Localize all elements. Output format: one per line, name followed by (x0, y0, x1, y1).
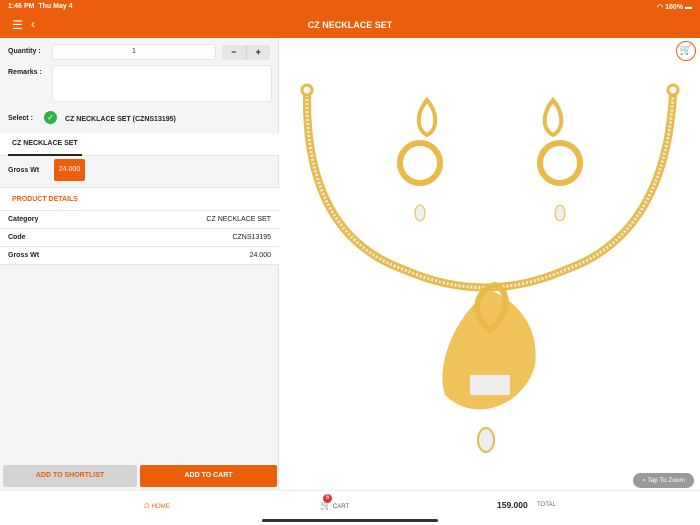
status-battery: ◠ 100% ▬ (657, 4, 692, 11)
quantity-label: Quantity : (8, 48, 41, 55)
add-to-cart-button[interactable]: ADD TO CART (140, 465, 277, 487)
gross-wt-option[interactable]: 24.000 (54, 159, 85, 181)
table-row: Gross Wt 24.000 (0, 247, 279, 265)
details-table: Category CZ NECKLACE SET Code CZNS13195 Gr… (0, 211, 279, 265)
earring-left (397, 96, 443, 222)
gross-wt-label: Gross Wt (8, 167, 40, 174)
table-row: Code CZNS13195 (0, 229, 279, 247)
cart-icon[interactable]: 🛒 (676, 41, 696, 61)
tab-cz-necklace-set[interactable]: CZ NECKLACE SET (8, 136, 82, 156)
earring-right (537, 96, 583, 222)
remarks-input[interactable] (52, 65, 272, 102)
page-title: CZ NECKLACE SET (307, 20, 393, 30)
select-value[interactable]: CZ NECKLACE SET (CZNS13195) (65, 116, 176, 123)
product-image[interactable] (285, 75, 695, 465)
nav-home[interactable]: ⌂ HOME (144, 500, 170, 511)
add-to-shortlist-button[interactable]: ADD TO SHORTLIST (3, 465, 137, 487)
check-icon[interactable]: ✓ (44, 111, 57, 124)
remarks-label: Remarks : (8, 69, 42, 76)
wifi-icon: ◠ (657, 4, 666, 11)
left-panel: Quantity : 1 − + Remarks : Select : ✓ CZ… (0, 38, 279, 490)
header-bar: 1:46 PM Thu May 4 ◠ 100% ▬ ☰ ‹ CZ NECKLA… (0, 0, 700, 38)
home-indicator (262, 519, 438, 522)
table-row: Category CZ NECKLACE SET (0, 211, 279, 229)
battery-icon: ▬ (685, 4, 692, 11)
select-label: Select : (8, 115, 33, 122)
total-value: 159.000 (497, 500, 528, 510)
increment-button[interactable]: + (247, 45, 271, 60)
tap-to-zoom-button[interactable]: ⌕ Tap To Zoom (633, 473, 694, 488)
bottom-bar: ⌂ HOME 🛒 CART 6 159.000 TOTAL (0, 490, 700, 525)
status-time: 1:46 PM Thu May 4 (8, 3, 73, 10)
home-icon: ⌂ (144, 500, 151, 511)
cart-count-badge: 6 (323, 494, 332, 503)
total-label: TOTAL (537, 502, 556, 508)
product-details-heading: PRODUCT DETAILS (12, 196, 78, 203)
quantity-stepper: − + (222, 45, 270, 60)
decrement-button[interactable]: − (222, 45, 247, 60)
quantity-input[interactable]: 1 (52, 44, 216, 60)
